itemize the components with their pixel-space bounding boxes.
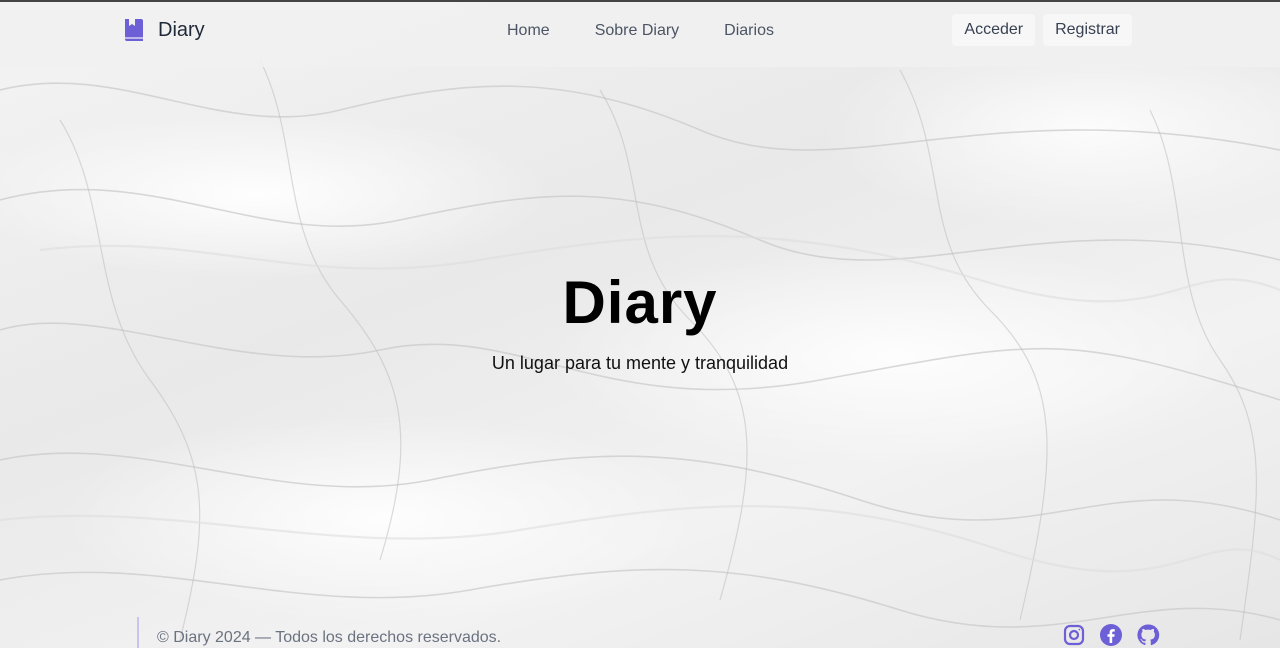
nav-home-link[interactable]: Home (507, 22, 550, 40)
nav-diaries-link[interactable]: Diarios (724, 22, 774, 40)
auth-buttons: Acceder Registrar (944, 14, 1132, 46)
diary-book-icon (125, 19, 143, 41)
github-icon[interactable] (1136, 623, 1160, 647)
brand-name: Diary (158, 18, 205, 41)
login-button[interactable]: Acceder (952, 14, 1036, 46)
hero-section: Diary Un lugar para tu mente y tranquili… (0, 268, 1280, 374)
top-navbar: Diary Home Sobre Diary Diarios Acceder R… (0, 2, 1280, 67)
hero-subtitle: Un lugar para tu mente y tranquilidad (491, 353, 789, 373)
footer-copyright: © Diary 2024 — Todos los derechos reserv… (157, 629, 502, 646)
hero-title: Diary (562, 269, 718, 336)
instagram-icon[interactable] (1062, 623, 1086, 647)
nav-about-link[interactable]: Sobre Diary (595, 22, 679, 40)
register-button[interactable]: Registrar (1043, 14, 1132, 46)
page-footer: © Diary 2024 — Todos los derechos reserv… (137, 617, 1160, 648)
brand-link[interactable]: Diary (122, 17, 205, 43)
facebook-icon[interactable] (1099, 623, 1123, 647)
main-nav: Home Sobre Diary Diarios (507, 22, 819, 40)
social-links (1049, 623, 1160, 647)
